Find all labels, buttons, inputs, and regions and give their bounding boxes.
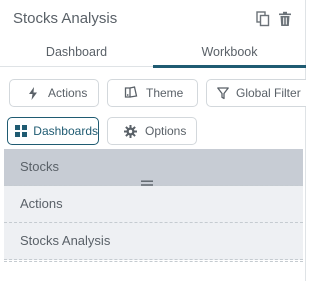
page-title: Stocks Analysis [13, 10, 118, 27]
actions-label: Actions [48, 86, 88, 100]
drag-handle-icon[interactable] [141, 168, 153, 190]
list-item-label: Stocks [20, 159, 60, 174]
dashboard-list: Stocks Actions Stocks Analysis [4, 149, 303, 260]
global-filter-label: Global Filter [236, 86, 301, 100]
trash-icon[interactable] [278, 11, 292, 27]
grid-icon [15, 124, 28, 138]
options-button[interactable]: Options [107, 117, 197, 145]
dashboards-button[interactable]: Dashboards [7, 117, 99, 145]
tab-dashboard[interactable]: Dashboard [0, 40, 153, 66]
list-item-label: Stocks Analysis [20, 233, 111, 248]
actions-button[interactable]: Actions [9, 79, 99, 107]
workbook-panel: Stocks Analysis Dashboard Workbook Actio… [0, 0, 306, 281]
list-divider [4, 260, 303, 262]
copy-icon[interactable] [256, 11, 270, 27]
active-tab-indicator [153, 65, 306, 68]
gear-icon [123, 124, 137, 138]
list-item-actions[interactable]: Actions [4, 186, 303, 223]
theme-icon [124, 86, 138, 100]
theme-label: Theme [146, 86, 184, 100]
lightning-icon [26, 86, 40, 100]
filter-icon [216, 86, 230, 100]
global-filter-button[interactable]: Global Filter [206, 79, 306, 107]
tab-bar: Dashboard Workbook [0, 40, 306, 68]
list-item-label: Actions [20, 196, 63, 211]
list-item-stocks-analysis[interactable]: Stocks Analysis [4, 223, 303, 260]
theme-button[interactable]: Theme [107, 79, 198, 107]
tab-workbook[interactable]: Workbook [153, 40, 306, 66]
list-item-stocks[interactable]: Stocks [4, 149, 303, 190]
dashboards-label: Dashboards [33, 124, 98, 138]
options-label: Options [145, 124, 187, 138]
panel-header: Stocks Analysis [0, 0, 306, 40]
